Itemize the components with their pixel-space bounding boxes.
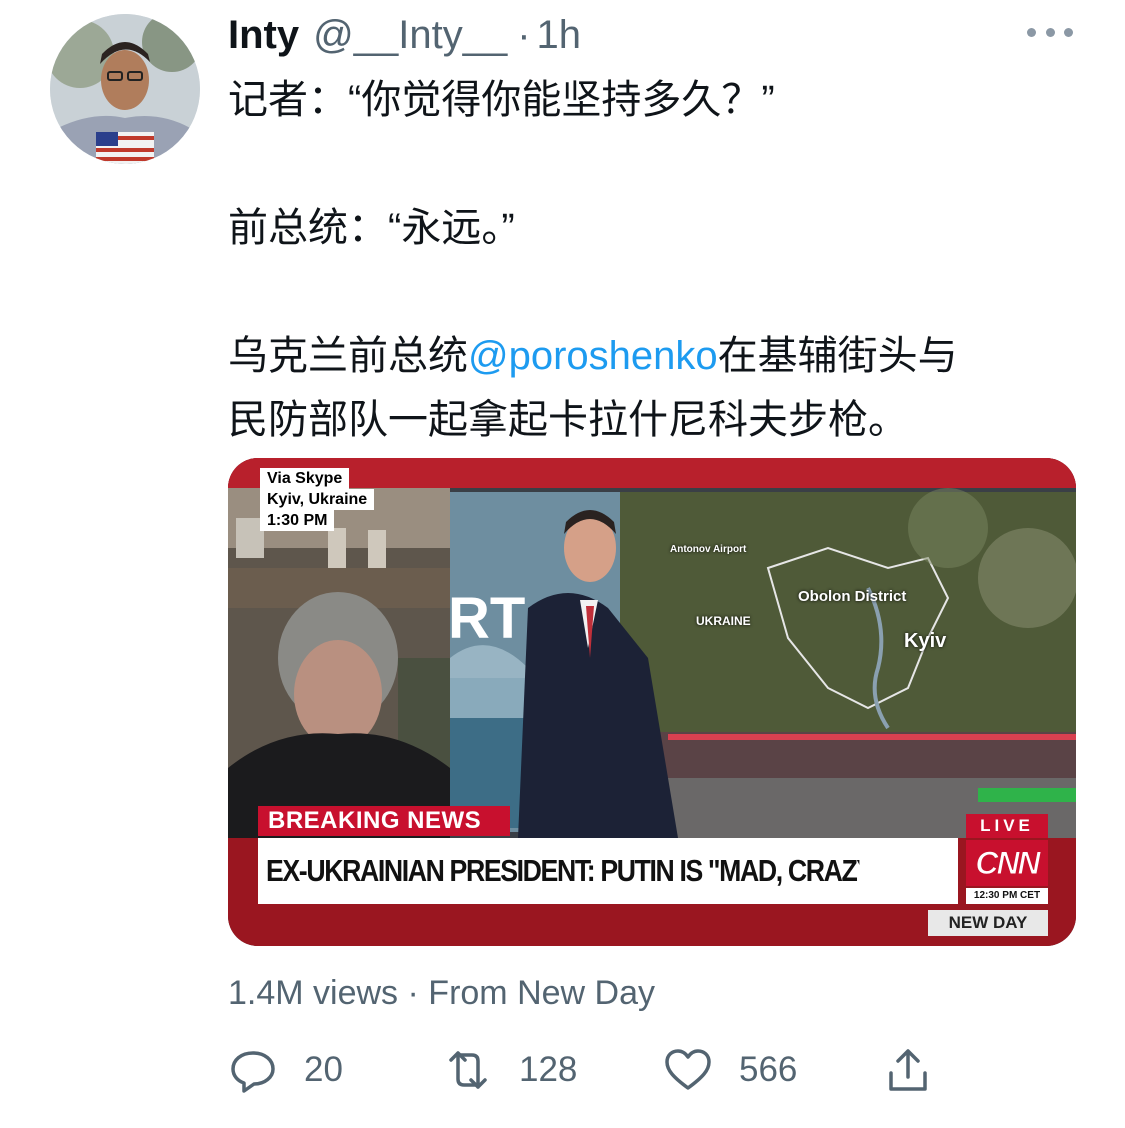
video-player[interactable]: RT Via Skype Kyiv, Ukraine 1:30 PM Anton…: [228, 458, 1076, 946]
media-source[interactable]: From New Day: [428, 974, 655, 1012]
headline-text: EX-UKRAINIAN PRESIDENT: PUTIN IS "MAD, C…: [266, 853, 859, 888]
avatar-photo: [50, 14, 200, 164]
author-name[interactable]: Inty: [228, 13, 299, 58]
tweet-line: 乌克兰前总统@poroshenko在基辅街头与: [228, 324, 1078, 388]
reply-icon: [231, 1051, 275, 1093]
tweet-header: Inty @__Inty__ · 1h: [228, 10, 581, 60]
retweet-icon: [449, 1051, 487, 1089]
reply-button[interactable]: 20: [228, 1040, 343, 1100]
tweet-meta: 1.4M views · From New Day: [228, 974, 655, 1013]
view-count: 1.4M views: [228, 974, 399, 1012]
map-label-district: Obolon District: [798, 588, 907, 605]
like-icon: [665, 1049, 711, 1090]
network-name: CNN: [975, 845, 1041, 882]
show-name: NEW DAY: [928, 910, 1048, 936]
retweet-count: 128: [519, 1050, 578, 1089]
reply-count: 20: [304, 1050, 343, 1089]
studio-text: RT: [448, 586, 525, 651]
header-separator: ·: [517, 12, 531, 57]
tweet-text: 记者：“你觉得你能坚持多久？” 前总统：“永远。” 乌克兰前总统@poroshe…: [228, 68, 1078, 452]
via-label: Via Skype: [260, 468, 350, 489]
tweet-actions: 20 128 566: [228, 1040, 948, 1100]
tweet-line: 记者：“你觉得你能坚持多久？”: [228, 78, 775, 122]
tweet-line: 前总统：“永远。”: [228, 206, 515, 250]
map-label-city: Kyiv: [904, 630, 947, 652]
tweet-time[interactable]: 1h: [537, 13, 582, 58]
share-button[interactable]: [883, 1040, 933, 1100]
like-button[interactable]: 566: [663, 1040, 797, 1100]
share-icon: [889, 1049, 927, 1091]
map-label-country: UKRAINE: [696, 614, 751, 628]
author-handle[interactable]: @__Inty__: [313, 13, 507, 58]
network-time: 12:30 PM CET: [966, 888, 1048, 904]
tweet-text-span: 在基辅街头与: [717, 334, 958, 378]
breaking-news-label: BREAKING NEWS: [258, 806, 510, 836]
live-badge: LIVE: [966, 814, 1048, 838]
network-logo: CNN: [966, 840, 1048, 886]
retweet-button[interactable]: 128: [443, 1040, 577, 1100]
map-label-airport: Antonov Airport: [670, 544, 747, 555]
tweet-line: 民防部队一起拿起卡拉什尼科夫步枪。: [228, 398, 908, 442]
time-label: 1:30 PM: [260, 510, 335, 531]
location-label: Kyiv, Ukraine: [260, 489, 375, 510]
like-count: 566: [739, 1050, 798, 1089]
avatar[interactable]: [50, 14, 200, 164]
meta-separator: ·: [407, 974, 419, 1012]
tweet-text-span: 乌克兰前总统: [228, 334, 468, 378]
mention-link[interactable]: @poroshenko: [468, 334, 718, 378]
more-icon[interactable]: [1027, 14, 1073, 50]
